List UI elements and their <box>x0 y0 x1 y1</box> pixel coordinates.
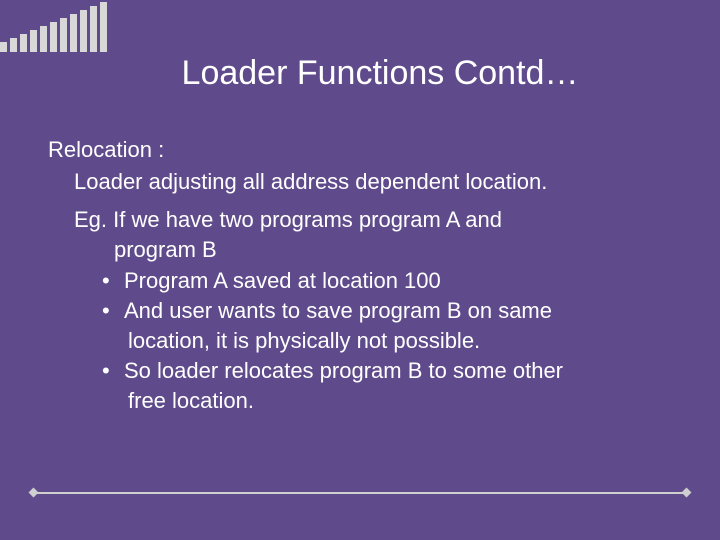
slide-body: Relocation : Loader adjusting all addres… <box>48 136 672 417</box>
bullet-item-1: •Program A saved at location 100 <box>102 267 672 295</box>
example-line-1: Eg. If we have two programs program A an… <box>74 206 672 234</box>
bullet-item-3-cont: free location. <box>128 387 672 415</box>
bullet-text: And user wants to save program B on same <box>124 298 552 323</box>
bullet-item-3: •So loader relocates program B to some o… <box>102 357 672 385</box>
bullet-icon: • <box>102 297 124 325</box>
footer-rule <box>34 492 686 494</box>
bullet-icon: • <box>102 267 124 295</box>
bullet-icon: • <box>102 357 124 385</box>
bullet-item-2-cont: location, it is physically not possible. <box>128 327 672 355</box>
decorative-bars <box>0 0 110 52</box>
bullet-text: So loader relocates program B to some ot… <box>124 358 563 383</box>
section-heading: Relocation : <box>48 136 672 164</box>
slide-title: Loader Functions Contd… <box>0 54 720 93</box>
definition-text: Loader adjusting all address dependent l… <box>74 168 672 196</box>
bullet-text: Program A saved at location 100 <box>124 268 441 293</box>
bullet-item-2: •And user wants to save program B on sam… <box>102 297 672 325</box>
example-line-2: program B <box>114 236 672 264</box>
